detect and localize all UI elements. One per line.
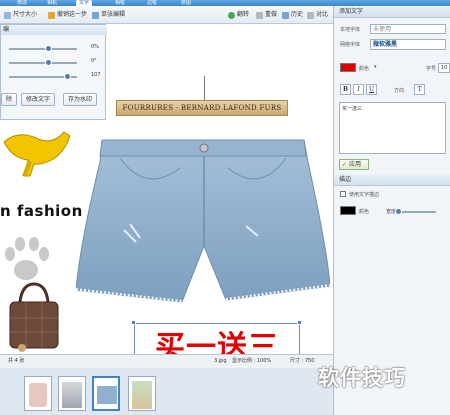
photo-count: 共 4 张	[8, 358, 25, 364]
text-content-area[interactable]: 买一送三	[339, 102, 446, 154]
direction-label: 方向	[394, 88, 405, 94]
stroke-width-slider[interactable]	[395, 208, 436, 215]
compare-button[interactable]: 对比	[307, 9, 328, 21]
text-color-swatch[interactable]	[340, 63, 356, 72]
paw-print-image	[5, 237, 49, 280]
redo-label: 重做	[265, 11, 278, 18]
selection-handle-top-right[interactable]	[297, 320, 302, 325]
single-edit-icon	[92, 11, 99, 19]
rotate-icon	[228, 11, 235, 19]
thumbnail[interactable]	[128, 376, 156, 411]
local-font-select[interactable]: 未使用	[370, 24, 446, 34]
underline-button[interactable]: U	[366, 84, 377, 95]
rotate-button[interactable]: 翻转	[228, 9, 249, 21]
stroke-checkbox[interactable]	[340, 191, 346, 197]
stroke-header: 描边	[334, 174, 450, 186]
save-watermark-button[interactable]: 存为水印	[63, 93, 98, 106]
transparency-value: 0%	[91, 44, 99, 50]
thumbnail-strip	[0, 368, 333, 415]
yellow-shoe-image	[3, 131, 71, 177]
thumbnail-selected[interactable]	[92, 376, 120, 411]
history-label: 历史	[291, 11, 304, 18]
rotation-slider[interactable]	[9, 59, 77, 66]
photo-editor-window: 修改 相机 文字 相框 边框 拼图 尺寸大小 撤销这一步 单张编辑 翻转 重做	[0, 0, 450, 415]
selection-handle-top-left[interactable]	[131, 320, 136, 325]
slider-knob[interactable]	[45, 59, 52, 66]
history-button[interactable]: 历史	[282, 9, 303, 21]
single-edit-button[interactable]: 单张编辑	[92, 9, 125, 21]
image-size: 尺寸 : 750	[290, 358, 315, 364]
file-name: 3.jpg	[214, 358, 227, 364]
site-watermark: 软件技巧	[318, 366, 406, 390]
history-icon	[282, 11, 289, 19]
brand-tag: FOURRURES · BERNARD LAFOND FURS	[116, 100, 288, 116]
web-font-select[interactable]: 微软雅黑	[370, 39, 446, 50]
redo-icon	[256, 11, 263, 19]
undo-step-button[interactable]: 撤销这一步	[48, 9, 87, 21]
thumbnail-image	[29, 383, 47, 407]
add-text-header: 添加文字	[334, 6, 450, 18]
compare-label: 对比	[316, 11, 329, 18]
check-icon: ✓	[342, 161, 348, 168]
tag-string	[204, 76, 205, 100]
resize-label: 尺寸大小	[13, 11, 38, 18]
handbag-image	[9, 282, 59, 352]
undo-step-label: 撤销这一步	[57, 11, 88, 18]
rotation-value: 0°	[91, 58, 97, 64]
status-bar: 共 4 张 3.jpg 显示比例 : 100% 尺寸 : 750	[0, 354, 333, 368]
slider-knob[interactable]	[64, 73, 71, 80]
thumbnail-image	[62, 382, 82, 408]
thumbnail-image	[97, 386, 117, 404]
slider-knob[interactable]	[45, 45, 52, 52]
slider-knob[interactable]	[395, 208, 402, 215]
single-edit-label: 单张编辑	[101, 11, 126, 18]
stroke-color-label: 颜色	[359, 209, 370, 215]
text-edit-floating-panel: 编 0% 0° 107 除 修改文字 存为水印	[0, 24, 107, 120]
web-font-label: 网络字体	[340, 42, 361, 48]
font-size-label: 字号	[426, 66, 437, 72]
promo-text[interactable]: 买一送三	[134, 330, 300, 354]
apply-button[interactable]: ✓ 应用	[339, 159, 369, 170]
bold-button[interactable]: B	[340, 84, 351, 95]
color-label: 颜色	[359, 66, 370, 72]
resize-icon	[4, 11, 11, 19]
resize-button[interactable]: 尺寸大小	[4, 9, 37, 21]
add-text-panel: 添加文字 本地字体 未使用 网络字体 微软雅黑 颜色 ▾ 字号 10 B I U…	[333, 6, 450, 415]
thumbnail-image	[132, 381, 152, 409]
stroke-color-swatch[interactable]	[340, 206, 356, 215]
fashion-text: n fashion	[0, 202, 83, 220]
stroke-checkbox-label: 使用文字描边	[349, 192, 380, 198]
denim-shorts-image	[76, 139, 330, 304]
text-direction-icon[interactable]: T	[414, 84, 425, 95]
size-value: 107	[91, 72, 101, 78]
thumbnail[interactable]	[24, 376, 52, 411]
delete-button[interactable]: 除	[1, 93, 18, 106]
italic-button[interactable]: I	[353, 84, 364, 95]
undo-icon	[48, 11, 55, 19]
zoom-level: 显示比例 : 100%	[232, 358, 272, 364]
thumbnail[interactable]	[58, 376, 86, 411]
size-slider[interactable]	[9, 73, 77, 80]
rotate-label: 翻转	[237, 11, 250, 18]
transparency-slider[interactable]	[9, 45, 77, 52]
redo-button[interactable]: 重做	[256, 9, 277, 21]
chevron-down-icon[interactable]: ▾	[374, 64, 377, 70]
compare-icon	[307, 11, 314, 19]
local-font-label: 本地字体	[340, 27, 361, 33]
edit-text-button[interactable]: 修改文字	[21, 93, 56, 106]
apply-label: 应用	[348, 161, 361, 168]
font-size-input[interactable]: 10	[438, 63, 450, 73]
panel-title: 编	[1, 25, 107, 35]
